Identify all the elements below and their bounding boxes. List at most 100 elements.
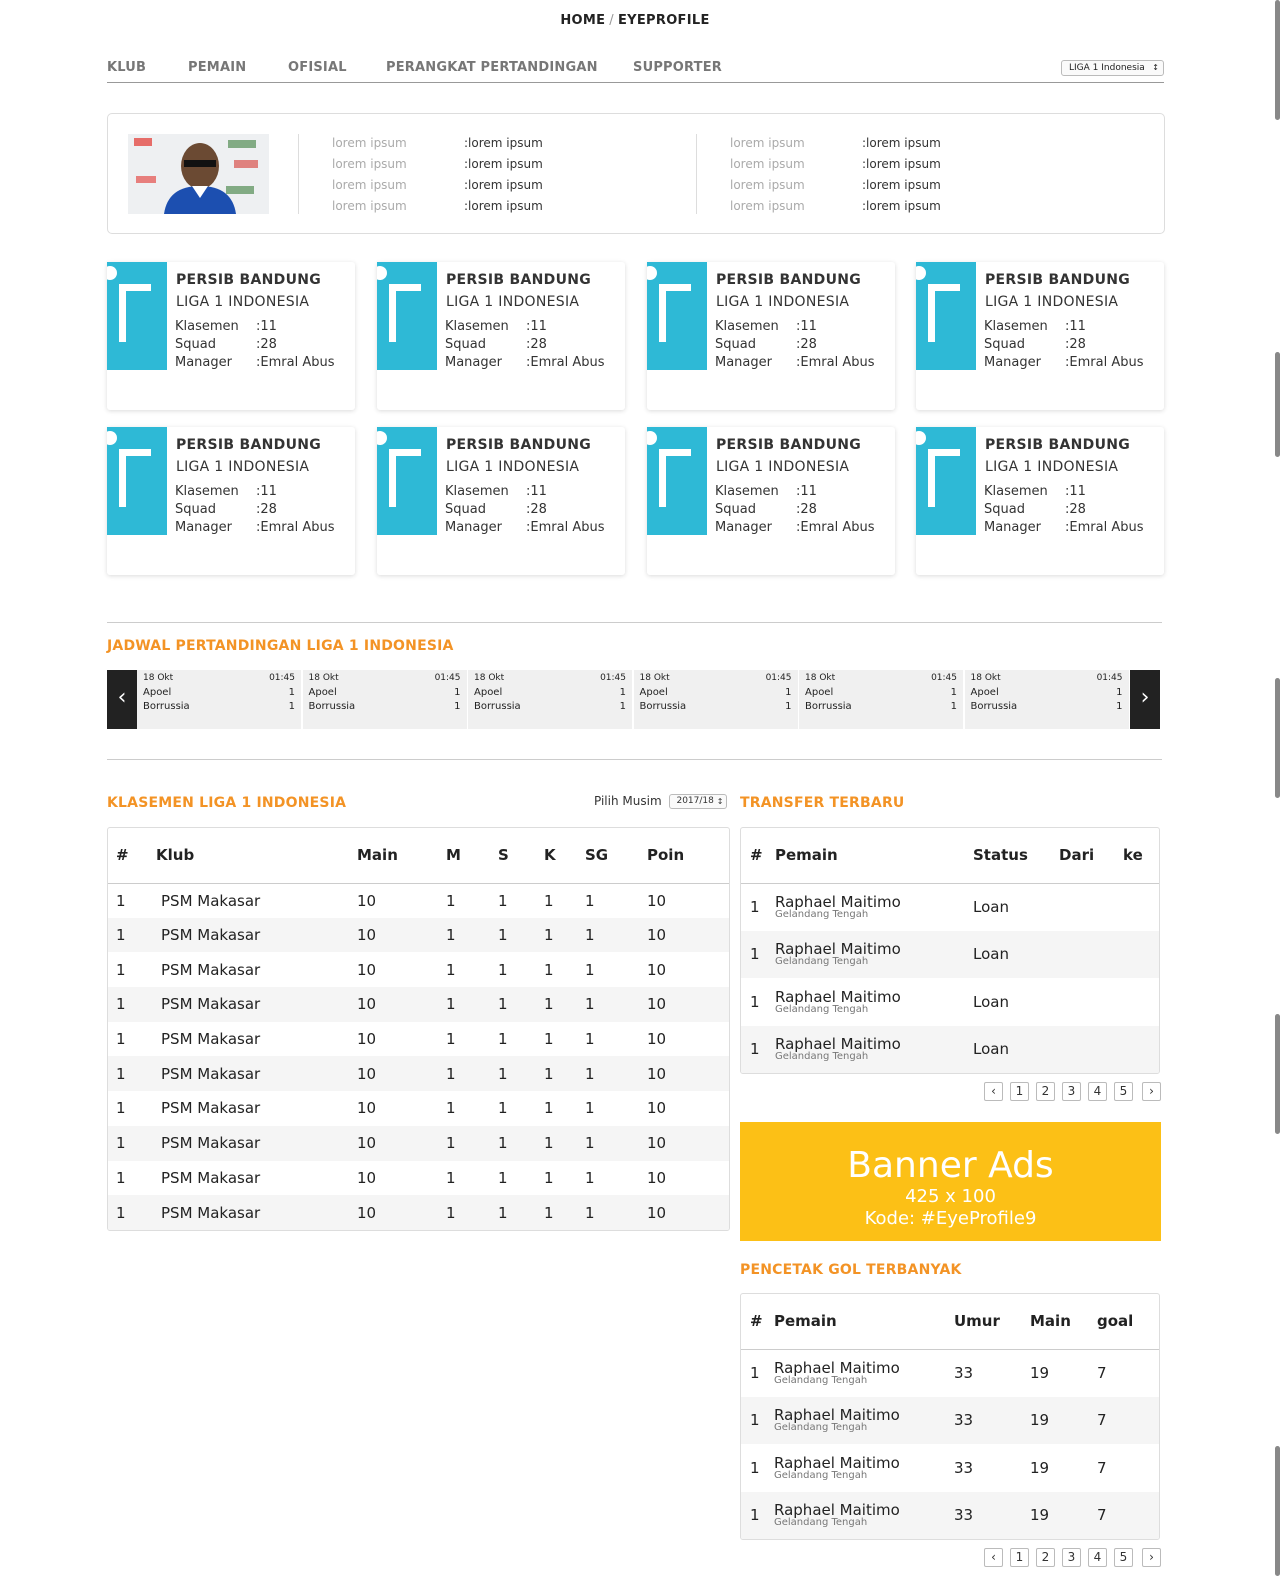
column-header[interactable]: goal — [1097, 1294, 1159, 1350]
league-select[interactable]: LIGA 1 Indonesia ↕ — [1061, 60, 1164, 76]
scrollbar[interactable] — [1275, 352, 1280, 457]
prev-page-icon[interactable]: ‹ — [984, 1082, 1003, 1101]
column-header[interactable]: Umur — [954, 1294, 1030, 1350]
column-header[interactable]: Dari — [1059, 828, 1123, 884]
club-card[interactable]: PERSIB BANDUNG LIGA 1 INDONESIA Klasemen:1… — [107, 427, 355, 575]
table-row[interactable]: 1 PSM Makasar 10 1 1 1 1 10 — [108, 1161, 729, 1196]
table-row[interactable]: 1 Raphael Maitimo Gelandang Tengah 33 19 7 — [741, 1491, 1159, 1539]
club-card[interactable]: PERSIB BANDUNG LIGA 1 INDONESIA Klasemen:1… — [916, 262, 1164, 410]
club-stat-row: Klasemen:11 — [445, 484, 604, 502]
match-home: Apoel — [639, 687, 668, 698]
scrollbar[interactable] — [1275, 1014, 1280, 1134]
column-header[interactable]: S — [498, 828, 544, 884]
table-cell: 1 — [585, 1195, 647, 1230]
next-icon[interactable]: › — [1130, 670, 1160, 729]
scrollbar[interactable] — [1275, 0, 1280, 120]
row-number: 1 — [741, 1491, 774, 1539]
column-header[interactable]: # — [108, 828, 156, 884]
prev-icon[interactable]: ‹ — [107, 670, 137, 729]
column-header[interactable]: Pemain — [775, 828, 973, 884]
page-button[interactable]: 3 — [1062, 1548, 1081, 1567]
match-item[interactable]: 18 Okt 01:45 Apoel 1 Borrussia 1 — [468, 670, 632, 729]
tab-klub[interactable]: KLUB — [107, 60, 146, 75]
player-name[interactable]: Raphael Maitimo — [774, 1502, 954, 1518]
column-header[interactable]: # — [741, 1294, 774, 1350]
column-header[interactable]: Poin — [647, 828, 729, 884]
table-row[interactable]: 1 PSM Makasar 10 1 1 1 1 10 — [108, 987, 729, 1022]
page-button[interactable]: 3 — [1062, 1082, 1081, 1101]
table-row[interactable]: 1 Raphael Maitimo Gelandang Tengah Loan — [741, 930, 1159, 978]
tab-pemain[interactable]: PEMAIN — [188, 60, 246, 75]
club-card[interactable]: PERSIB BANDUNG LIGA 1 INDONESIA Klasemen:1… — [647, 427, 895, 575]
match-time: 01:45 — [269, 673, 295, 683]
match-item[interactable]: 18 Okt 01:45 Apoel 1 Borrussia 1 — [302, 670, 467, 729]
table-row[interactable]: 1 Raphael Maitimo Gelandang Tengah Loan — [741, 978, 1159, 1026]
club-card[interactable]: PERSIB BANDUNG LIGA 1 INDONESIA Klasemen:1… — [916, 427, 1164, 575]
column-header[interactable]: ke — [1123, 828, 1159, 884]
column-header[interactable]: Main — [1030, 1294, 1097, 1350]
column-header[interactable]: Klub — [156, 828, 357, 884]
cell-to — [1123, 1025, 1159, 1073]
page-button[interactable]: 5 — [1114, 1082, 1133, 1101]
season-select[interactable]: 2017/18 ↕ — [669, 794, 728, 809]
club-card[interactable]: PERSIB BANDUNG LIGA 1 INDONESIA Klasemen:1… — [377, 262, 625, 410]
breadcrumb-home-link[interactable]: HOME — [560, 13, 605, 28]
match-row: 18 Okt 01:45 — [971, 673, 1123, 687]
table-row[interactable]: 1 Raphael Maitimo Gelandang Tengah 33 19 7 — [741, 1444, 1159, 1492]
page-button[interactable]: 2 — [1036, 1548, 1055, 1567]
club-card[interactable]: PERSIB BANDUNG LIGA 1 INDONESIA Klasemen:1… — [377, 427, 625, 575]
table-row[interactable]: 1 Raphael Maitimo Gelandang Tengah Loan — [741, 1025, 1159, 1073]
table-row[interactable]: 1 PSM Makasar 10 1 1 1 1 10 — [108, 1091, 729, 1126]
stat-value: :Emral Abus — [796, 355, 875, 370]
player-name[interactable]: Raphael Maitimo — [775, 941, 973, 957]
table-row[interactable]: 1 PSM Makasar 10 1 1 1 1 10 — [108, 1195, 729, 1230]
scrollbar[interactable] — [1275, 678, 1280, 798]
table-row[interactable]: 1 Raphael Maitimo Gelandang Tengah 33 19 7 — [741, 1349, 1159, 1397]
table-row[interactable]: 1 PSM Makasar 10 1 1 1 1 10 — [108, 952, 729, 987]
tab-ofisial[interactable]: OFISIAL — [288, 60, 347, 75]
page-button[interactable]: 2 — [1036, 1082, 1055, 1101]
next-page-icon[interactable]: › — [1142, 1548, 1161, 1567]
column-header[interactable]: K — [544, 828, 585, 884]
match-item[interactable]: 18 Okt 01:45 Apoel 1 Borrussia 1 — [799, 670, 963, 729]
prev-page-icon[interactable]: ‹ — [984, 1548, 1003, 1567]
match-item[interactable]: 18 Okt 01:45 Apoel 1 Borrussia 1 — [137, 670, 301, 729]
column-header[interactable]: # — [741, 828, 775, 884]
tab-supporter[interactable]: SUPPORTER — [633, 60, 722, 75]
column-header[interactable]: M — [446, 828, 498, 884]
club-card[interactable]: PERSIB BANDUNG LIGA 1 INDONESIA Klasemen:1… — [647, 262, 895, 410]
scrollbar[interactable] — [1275, 1446, 1280, 1576]
column-header[interactable]: Status — [973, 828, 1059, 884]
table-cell: 10 — [647, 1168, 667, 1187]
page-button[interactable]: 4 — [1088, 1082, 1107, 1101]
match-item[interactable]: 18 Okt 01:45 Apoel 1 Borrussia 1 — [964, 670, 1129, 729]
table-row[interactable]: 1 Raphael Maitimo Gelandang Tengah Loan — [741, 883, 1159, 931]
table-row[interactable]: 1 PSM Makasar 10 1 1 1 1 10 — [108, 883, 729, 918]
column-header[interactable]: Main — [357, 828, 446, 884]
table-cell: 10 — [357, 960, 377, 979]
player-name[interactable]: Raphael Maitimo — [775, 1036, 973, 1052]
stat-value: :11 — [256, 484, 277, 499]
banner-ad[interactable]: Banner Ads 425 x 100 Kode: #EyeProfile9 — [740, 1122, 1161, 1241]
player-name[interactable]: Raphael Maitimo — [774, 1455, 954, 1471]
next-page-icon[interactable]: › — [1142, 1082, 1161, 1101]
player-name[interactable]: Raphael Maitimo — [774, 1407, 954, 1423]
table-row[interactable]: 1 PSM Makasar 10 1 1 1 1 10 — [108, 1022, 729, 1057]
player-name[interactable]: Raphael Maitimo — [775, 894, 973, 910]
club-card[interactable]: PERSIB BANDUNG LIGA 1 INDONESIA Klasemen:1… — [107, 262, 355, 410]
table-row[interactable]: 1 Raphael Maitimo Gelandang Tengah 33 19 7 — [741, 1396, 1159, 1444]
match-item[interactable]: 18 Okt 01:45 Apoel 1 Borrussia 1 — [633, 670, 798, 729]
player-name[interactable]: Raphael Maitimo — [774, 1360, 954, 1376]
table-row[interactable]: 1 PSM Makasar 10 1 1 1 1 10 — [108, 917, 729, 953]
player-name[interactable]: Raphael Maitimo — [775, 989, 973, 1005]
table-row[interactable]: 1 PSM Makasar 10 1 1 1 1 10 — [108, 1125, 729, 1161]
column-header[interactable]: SG — [585, 828, 647, 884]
page-button[interactable]: 1 — [1010, 1548, 1029, 1567]
table-row[interactable]: 1 PSM Makasar 10 1 1 1 1 10 — [108, 1056, 729, 1092]
page-button[interactable]: 5 — [1114, 1548, 1133, 1567]
column-header[interactable]: Pemain — [774, 1294, 954, 1350]
page-button[interactable]: 1 — [1010, 1082, 1029, 1101]
tab-perangkat-pertandingan[interactable]: PERANGKAT PERTANDINGAN — [386, 60, 598, 75]
stat-value: :Emral Abus — [1065, 355, 1144, 370]
page-button[interactable]: 4 — [1088, 1548, 1107, 1567]
